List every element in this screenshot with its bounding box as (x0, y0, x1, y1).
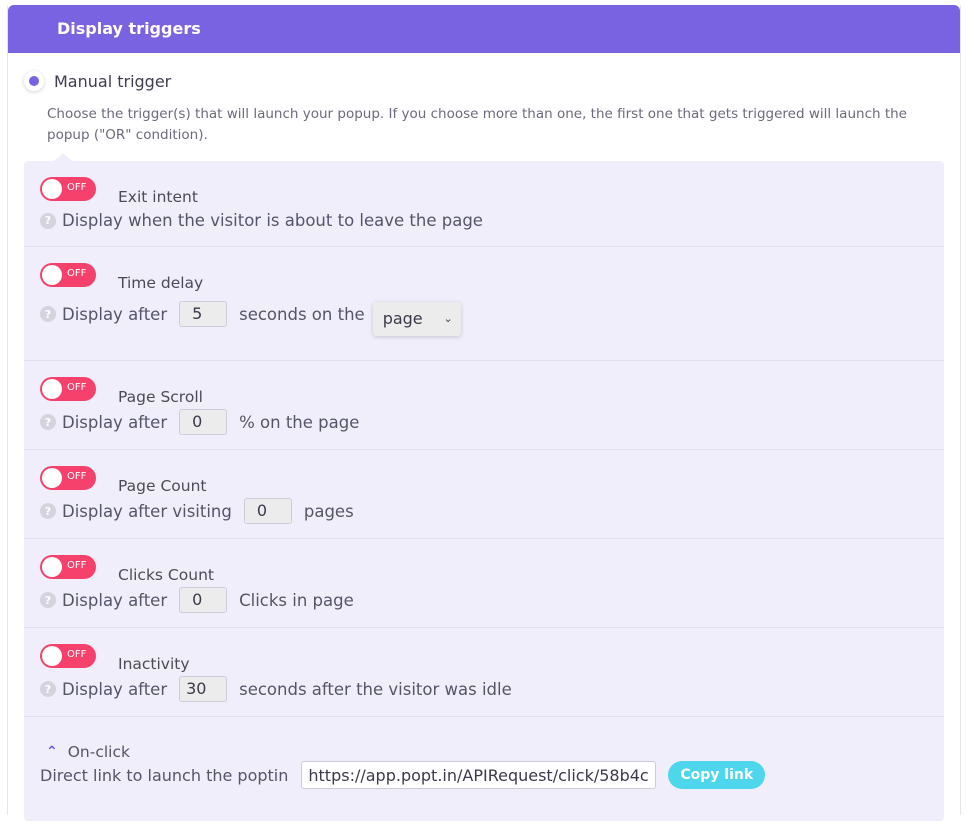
exit-intent-toggle[interactable]: OFF (40, 177, 96, 201)
time-delay-line: ? Display after seconds on the page ⌄ (40, 292, 461, 336)
question-circle-icon[interactable]: ? (40, 414, 56, 430)
time-delay-prefix: Display after (62, 304, 168, 324)
toggle-knob (42, 265, 62, 285)
toggle-off-label: OFF (67, 471, 87, 482)
page-count-suffix: pages (303, 501, 354, 521)
page-scroll-line: ? Display after % on the page (40, 409, 359, 435)
page-count-title: Page Count (118, 477, 207, 495)
select-value: page (382, 309, 423, 328)
question-circle-icon[interactable]: ? (40, 592, 56, 608)
toggle-off-label: OFF (67, 560, 87, 571)
panel-header: Display triggers (8, 5, 960, 53)
clicks-count-input[interactable] (179, 587, 228, 613)
exit-intent-section: OFF Exit intent ? Display when the visit… (24, 161, 944, 247)
manual-trigger-description: Choose the trigger(s) that will launch y… (47, 106, 907, 143)
clicks-count-title: Clicks Count (118, 566, 214, 584)
direct-link-label: Direct link to launch the poptin (40, 765, 289, 785)
exit-intent-title: Exit intent (118, 188, 198, 206)
on-click-title: On-click (67, 743, 130, 761)
time-delay-title: Time delay (118, 274, 204, 292)
question-circle-icon[interactable]: ? (40, 306, 56, 322)
box-notch (54, 153, 72, 161)
inactivity-toggle[interactable]: OFF (40, 644, 96, 668)
toggle-off-label: OFF (67, 182, 87, 193)
time-delay-suffix: seconds on the (239, 304, 365, 324)
chevron-up-icon: ⌃ (46, 744, 58, 760)
clicks-count-suffix: Clicks in page (239, 590, 354, 610)
chevron-down-icon: ⌄ (443, 312, 453, 325)
inactivity-section: OFF Inactivity ? Display after seconds a… (24, 628, 944, 717)
question-circle-icon[interactable]: ? (40, 212, 56, 229)
on-click-toggle-header[interactable]: ⌃ On-click (46, 743, 130, 761)
toggle-knob (42, 646, 62, 666)
page-scroll-percent-input[interactable] (179, 409, 228, 435)
inactivity-seconds-input[interactable] (179, 676, 228, 702)
question-circle-icon[interactable]: ? (40, 503, 56, 519)
toggle-off-label: OFF (67, 382, 87, 393)
page-count-toggle[interactable]: OFF (40, 466, 96, 490)
toggle-off-label: OFF (67, 268, 87, 279)
question-circle-icon[interactable]: ? (40, 681, 56, 697)
panel-title: Display triggers (57, 19, 201, 38)
inactivity-title: Inactivity (118, 655, 190, 673)
radio-button[interactable] (24, 71, 44, 91)
copy-link-button[interactable]: Copy link (668, 761, 766, 789)
inactivity-suffix: seconds after the visitor was idle (239, 679, 512, 699)
toggle-knob (42, 557, 62, 577)
manual-trigger-label: Manual trigger (54, 71, 172, 91)
time-delay-toggle[interactable]: OFF (40, 263, 96, 287)
exit-intent-line: ? Display when the visitor is about to l… (40, 211, 483, 230)
page-scroll-prefix: Display after (62, 412, 168, 432)
toggle-knob (42, 468, 62, 488)
time-delay-scope-select[interactable]: page ⌄ (372, 302, 461, 336)
page-scroll-suffix: % on the page (239, 412, 360, 432)
page-scroll-section: OFF Page Scroll ? Display after % on the… (24, 361, 944, 450)
inactivity-prefix: Display after (62, 679, 168, 699)
inactivity-line: ? Display after seconds after the visito… (40, 676, 512, 702)
page-count-line: ? Display after visiting pages (40, 498, 354, 524)
clicks-count-prefix: Display after (62, 590, 168, 610)
page-count-section: OFF Page Count ? Display after visiting … (24, 450, 944, 539)
display-triggers-panel: Display triggers Manual trigger Choose t… (7, 5, 961, 821)
page-scroll-toggle[interactable]: OFF (40, 377, 96, 401)
clicks-count-toggle[interactable]: OFF (40, 555, 96, 579)
toggle-off-label: OFF (67, 649, 87, 660)
on-click-link-row: Direct link to launch the poptin Copy li… (40, 761, 766, 789)
clicks-count-line: ? Display after Clicks in page (40, 587, 354, 613)
time-delay-seconds-input[interactable] (179, 301, 228, 327)
manual-trigger-radio[interactable]: Manual trigger (24, 71, 171, 91)
direct-link-input[interactable] (301, 761, 657, 789)
toggle-knob (42, 179, 62, 199)
toggle-knob (42, 379, 62, 399)
triggers-box: OFF Exit intent ? Display when the visit… (24, 161, 944, 821)
clicks-count-section: OFF Clicks Count ? Display after Clicks … (24, 539, 944, 628)
page-count-input[interactable] (243, 498, 292, 524)
page-count-prefix: Display after visiting (62, 501, 232, 521)
radio-selected-dot (29, 76, 39, 86)
page-scroll-title: Page Scroll (118, 388, 203, 406)
exit-intent-text: Display when the visitor is about to lea… (62, 211, 483, 230)
time-delay-section: OFF Time delay ? Display after seconds o… (24, 247, 944, 361)
